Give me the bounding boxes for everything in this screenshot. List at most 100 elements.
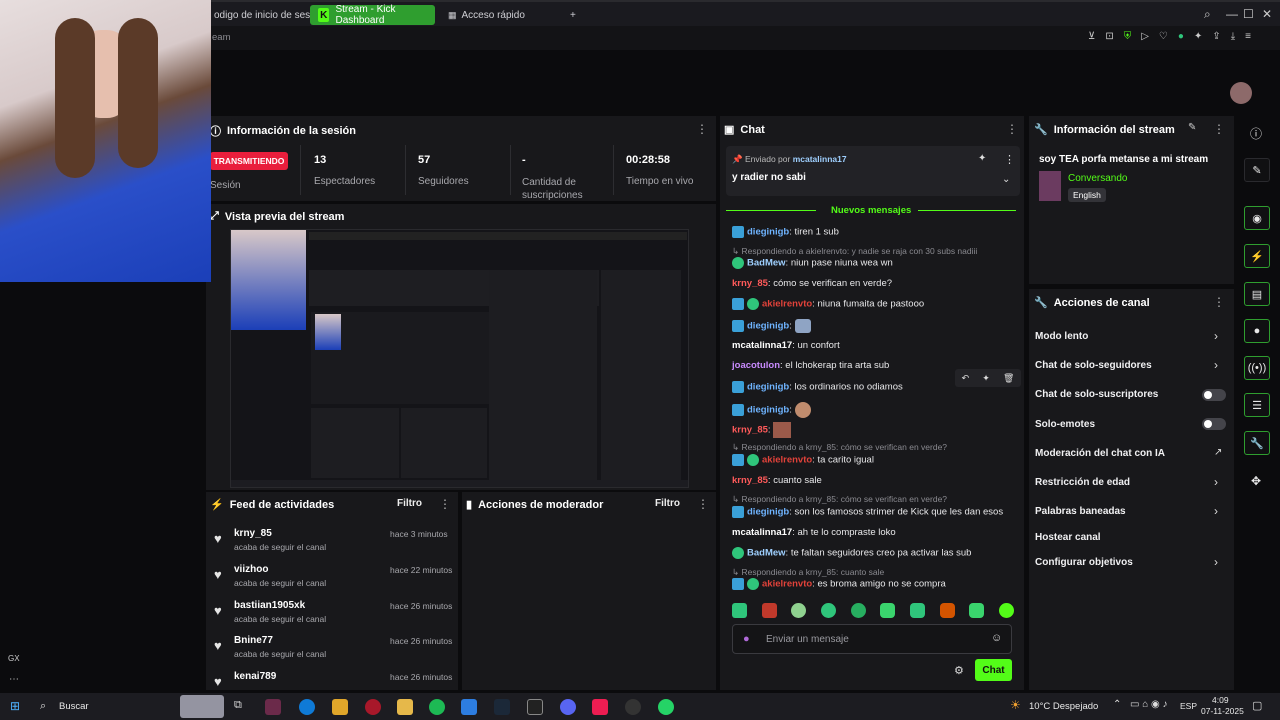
- pin-icon[interactable]: ✦: [982, 373, 990, 384]
- taskbar-search[interactable]: Buscar: [59, 701, 89, 712]
- shield-icon[interactable]: ⛨: [1124, 31, 1132, 42]
- chat-message[interactable]: dieginigb: los ordinarios no odiamos: [732, 381, 903, 393]
- chat-message[interactable]: krny_85: cómo se verifican en verde?: [732, 278, 892, 289]
- pin-icon[interactable]: ⊻: [1088, 31, 1095, 42]
- stream-preview-video[interactable]: [230, 229, 689, 488]
- sidebar-button-camera[interactable]: ◉: [1244, 206, 1270, 230]
- share-icon[interactable]: ⇪: [1212, 31, 1220, 42]
- sidebar-button-chat[interactable]: ●: [1244, 319, 1270, 343]
- subscribers-only-toggle[interactable]: [1202, 389, 1226, 401]
- action-slow-mode[interactable]: Modo lento: [1035, 331, 1088, 342]
- action-emotes-only[interactable]: Solo-emotes: [1035, 419, 1095, 430]
- action-banned-words[interactable]: Palabras baneadas: [1035, 506, 1126, 517]
- chat-message[interactable]: krny_85: cuanto sale: [732, 475, 822, 486]
- action-subscribers-only[interactable]: Chat de solo-suscriptores: [1035, 389, 1158, 400]
- emote-icon[interactable]: [969, 603, 985, 618]
- action-age-restriction[interactable]: Restricción de edad: [1035, 477, 1130, 488]
- chevron-right-icon[interactable]: ›: [1214, 358, 1218, 372]
- weather-text[interactable]: 10°C Despejado: [1029, 701, 1098, 712]
- more-icon[interactable]: ⋯: [9, 674, 19, 685]
- chevron-down-icon[interactable]: ⌄: [1002, 174, 1010, 185]
- emote-icon[interactable]: [998, 603, 1014, 618]
- edit-icon[interactable]: ✎: [1188, 122, 1196, 133]
- chat-message[interactable]: dieginigb: tiren 1 sub: [732, 226, 839, 238]
- reply-icon[interactable]: ↶: [962, 373, 970, 384]
- emote-icon[interactable]: [791, 603, 807, 618]
- emote-icon[interactable]: [761, 603, 777, 618]
- edge-icon[interactable]: [299, 699, 315, 715]
- moderator-filter-button[interactable]: Filtro: [655, 498, 680, 509]
- emote-icon[interactable]: [850, 603, 866, 618]
- tiktok-icon[interactable]: [592, 699, 608, 715]
- action-followers-only[interactable]: Chat de solo-seguidores: [1035, 360, 1152, 371]
- copilot-icon[interactable]: [332, 699, 348, 715]
- epic-games-icon[interactable]: [527, 699, 543, 715]
- action-ai-moderation[interactable]: Moderación del chat con IA: [1035, 448, 1165, 459]
- chevron-right-icon[interactable]: ›: [1214, 555, 1218, 569]
- emotes-only-toggle[interactable]: [1202, 418, 1226, 430]
- chat-message[interactable]: BadMew: te faltan seguidores creo pa act…: [732, 547, 971, 559]
- sidebar-button-flash[interactable]: ⚡: [1244, 244, 1270, 268]
- search-icon[interactable]: ⌕: [1204, 7, 1211, 22]
- close-icon[interactable]: ✕: [1262, 7, 1272, 21]
- clock-time[interactable]: 4:09: [1212, 695, 1229, 705]
- notification-icon[interactable]: ▢: [1252, 699, 1262, 712]
- chat-message[interactable]: dieginigb:: [732, 319, 811, 333]
- search-icon[interactable]: ⌕: [40, 700, 46, 713]
- send-chat-button[interactable]: Chat: [975, 659, 1012, 681]
- gear-icon[interactable]: ⚙: [954, 664, 964, 677]
- address-text[interactable]: eam: [212, 32, 230, 43]
- chat-message[interactable]: dieginigb:: [732, 402, 811, 418]
- tab-quick-access[interactable]: ▦ Acceso rápido: [440, 5, 533, 25]
- avatar[interactable]: [1230, 82, 1252, 104]
- action-host-channel[interactable]: Hostear canal: [1035, 532, 1101, 543]
- clock-date[interactable]: 07-11-2025: [1201, 706, 1244, 716]
- minimize-icon[interactable]: —: [1226, 7, 1238, 21]
- discord-icon[interactable]: [560, 699, 576, 715]
- whatsapp-icon[interactable]: [658, 699, 674, 715]
- menu-icon[interactable]: ≡: [1245, 31, 1251, 42]
- chat-message[interactable]: krny_85:: [732, 422, 792, 438]
- language-indicator[interactable]: ESP: [1180, 701, 1197, 711]
- windows-start-icon[interactable]: ⊞: [10, 699, 20, 713]
- emote-icon[interactable]: [880, 603, 896, 618]
- chat-message[interactable]: mcatalinna17: ah te lo compraste loko: [732, 527, 896, 538]
- expand-icon[interactable]: ⤢: [210, 210, 219, 223]
- chat-message[interactable]: BadMew: niun pase niuna wea wn: [732, 257, 893, 269]
- emote-icon[interactable]: [732, 603, 747, 618]
- apps-icon[interactable]: ✥: [1251, 474, 1261, 488]
- new-tab-button[interactable]: +: [562, 5, 584, 25]
- extensions-icon[interactable]: ✦: [1194, 31, 1202, 42]
- info-icon[interactable]: ⓘ: [1250, 125, 1262, 142]
- feed-menu-icon[interactable]: ⋮: [439, 497, 451, 511]
- category-label[interactable]: Conversando: [1068, 173, 1127, 184]
- chevron-right-icon[interactable]: ›: [1214, 504, 1218, 518]
- chat-message[interactable]: joacotulon: el lchokerap tira arta sub: [732, 360, 889, 371]
- sidebar-button-broadcast[interactable]: ((•)): [1244, 356, 1270, 380]
- obs-icon[interactable]: [625, 699, 641, 715]
- external-link-icon[interactable]: ↗: [1214, 447, 1222, 458]
- sidebar-button-layout[interactable]: ☰: [1244, 393, 1270, 417]
- chat-menu-icon[interactable]: ⋮: [1006, 122, 1018, 136]
- task-view-icon[interactable]: ⧉: [234, 699, 242, 712]
- emoji-icon[interactable]: ☺: [991, 632, 1002, 644]
- opera-gx-icon[interactable]: [365, 699, 381, 715]
- emote-icon[interactable]: [820, 603, 836, 618]
- stream-info-menu-icon[interactable]: ⋮: [1213, 122, 1225, 136]
- sidebar-button-notes[interactable]: ▤: [1244, 282, 1270, 306]
- session-menu-icon[interactable]: ⋮: [696, 122, 708, 136]
- pinned-message[interactable]: 📌 Enviado por mcatalinna17 y radier no s…: [726, 146, 1020, 196]
- delete-icon[interactable]: 🗑: [1003, 373, 1014, 384]
- moderator-menu-icon[interactable]: ⋮: [697, 497, 709, 511]
- edit-sidebar-button[interactable]: ✎: [1244, 158, 1270, 182]
- spotify-icon[interactable]: [429, 699, 445, 715]
- app-icon[interactable]: [265, 699, 281, 715]
- tab-kick-dashboard[interactable]: K Stream - Kick Dashboard: [310, 4, 435, 26]
- chevron-right-icon[interactable]: ›: [1214, 475, 1218, 489]
- pinned-menu-icon[interactable]: ⋮: [1004, 153, 1015, 166]
- microphone-icon[interactable]: ●: [743, 633, 750, 645]
- tray-icons[interactable]: ▭ ⌂ ◉ ♪: [1130, 699, 1168, 710]
- heart-icon[interactable]: ♡: [1159, 31, 1168, 42]
- feed-filter-button[interactable]: Filtro: [397, 498, 422, 509]
- emote-icon[interactable]: [909, 603, 925, 618]
